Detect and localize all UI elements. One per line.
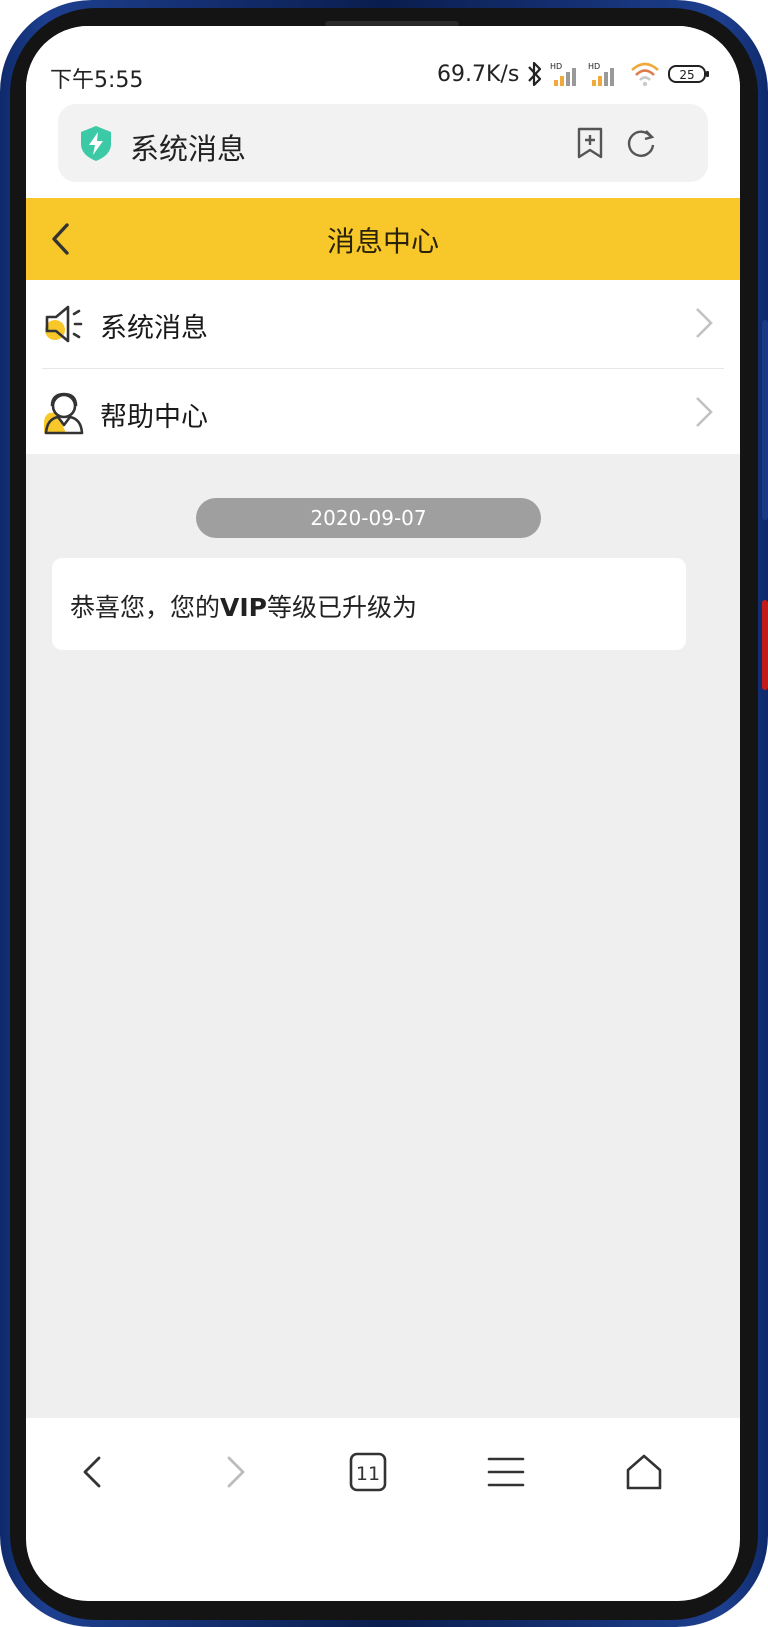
- menu-item-system-messages[interactable]: 系统消息: [26, 280, 740, 368]
- forward-icon[interactable]: [204, 1442, 264, 1502]
- status-time: 下午5:55: [50, 68, 144, 93]
- back-icon[interactable]: [64, 1442, 124, 1502]
- menu-icon[interactable]: [476, 1442, 536, 1502]
- phone-frame: 下午5:55 69.7K/s HD HD 25 系统消息 消息中心 系统消息 帮…: [0, 0, 768, 1627]
- menu-item-label: 系统消息: [100, 313, 208, 344]
- message-card[interactable]: 恭喜您，您的VIP等级已升级为: [52, 558, 686, 650]
- status-bar: 下午5:55 69.7K/s HD HD 25: [26, 26, 740, 98]
- screen: 下午5:55 69.7K/s HD HD 25 系统消息 消息中心 系统消息 帮…: [26, 26, 740, 1601]
- message-list: 2020-09-07 恭喜您，您的VIP等级已升级为: [26, 454, 740, 1485]
- menu-item-label: 帮助中心: [100, 402, 208, 433]
- tabs-icon[interactable]: 11: [338, 1442, 398, 1502]
- chevron-right-icon: [694, 395, 714, 429]
- refresh-icon[interactable]: [624, 126, 658, 164]
- shield-icon: [78, 124, 114, 166]
- speaker-icon: [42, 302, 86, 346]
- wifi-icon: [630, 60, 660, 92]
- power-button: [762, 600, 768, 690]
- chevron-right-icon: [694, 306, 714, 340]
- support-agent-icon: [42, 391, 86, 435]
- menu-item-help-center[interactable]: 帮助中心: [26, 369, 740, 457]
- message-text: 恭喜您，您的VIP等级已升级为: [70, 593, 418, 622]
- signal-hd-icon: HD: [550, 60, 580, 92]
- svg-text:HD: HD: [550, 62, 562, 71]
- signal-hd-icon: HD: [588, 60, 618, 92]
- bookmark-add-icon[interactable]: [574, 126, 606, 164]
- home-icon[interactable]: [614, 1442, 674, 1502]
- date-badge: 2020-09-07: [196, 498, 541, 538]
- page-title: 系统消息: [130, 132, 247, 166]
- network-speed: 69.7K/s: [437, 62, 520, 87]
- browser-toolbar: 11: [26, 1418, 740, 1528]
- bluetooth-icon: [526, 60, 544, 92]
- volume-button: [762, 320, 768, 520]
- battery-icon: 25: [668, 60, 710, 92]
- tab-count: 11: [356, 1463, 380, 1485]
- address-bar[interactable]: 系统消息: [58, 104, 708, 182]
- header-bar: 消息中心: [26, 198, 740, 280]
- svg-text:HD: HD: [588, 62, 600, 71]
- header-title: 消息中心: [326, 225, 439, 258]
- svg-text:25: 25: [679, 68, 694, 82]
